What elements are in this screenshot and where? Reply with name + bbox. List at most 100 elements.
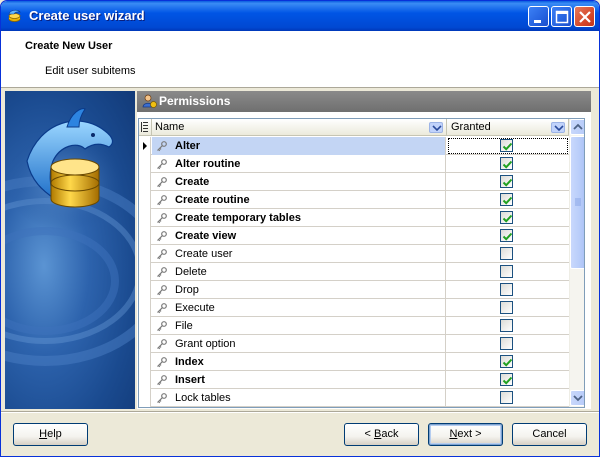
row-indicator[interactable]	[139, 389, 151, 407]
checkmark-icon	[502, 160, 513, 169]
granted-checkbox[interactable]	[500, 265, 513, 278]
checkmark-icon	[502, 178, 513, 187]
granted-checkbox[interactable]	[500, 337, 513, 350]
permission-row[interactable]: Create	[139, 173, 569, 191]
permission-name: Create view	[175, 230, 237, 242]
permission-name: Alter	[175, 140, 201, 152]
granted-checkbox[interactable]	[500, 301, 513, 314]
granted-checkbox[interactable]	[500, 175, 513, 188]
row-indicator[interactable]	[139, 209, 151, 227]
granted-cell[interactable]	[447, 263, 569, 281]
permission-row[interactable]: Drop	[139, 281, 569, 299]
key-icon	[157, 393, 167, 404]
granted-checkbox[interactable]	[500, 229, 513, 242]
vertical-scrollbar[interactable]	[569, 119, 584, 407]
button-bar-divider	[1, 411, 599, 413]
column-header-name-label: Name	[155, 121, 185, 133]
granted-checkbox[interactable]	[500, 211, 513, 224]
permission-row[interactable]: Alter	[139, 137, 569, 155]
key-icon	[157, 231, 167, 242]
permission-row[interactable]: Create view	[139, 227, 569, 245]
permissions-panel: Permissions Name Granted Alter Alter rout…	[137, 91, 591, 409]
cancel-button[interactable]: Cancel	[512, 423, 587, 446]
row-indicator[interactable]	[139, 317, 151, 335]
permission-row[interactable]: Alter routine	[139, 155, 569, 173]
granted-checkbox[interactable]	[500, 283, 513, 296]
maximize-button[interactable]	[551, 6, 572, 27]
permission-name: Alter routine	[175, 158, 241, 170]
back-button[interactable]: < Back	[344, 423, 419, 446]
scroll-down-button[interactable]	[570, 390, 584, 406]
granted-checkbox[interactable]	[500, 355, 513, 368]
checkmark-icon	[502, 196, 513, 205]
row-indicator[interactable]	[139, 155, 151, 173]
permission-row[interactable]: Insert	[139, 371, 569, 389]
row-indicator[interactable]	[139, 299, 151, 317]
columns-icon	[141, 122, 148, 132]
granted-cell[interactable]	[447, 155, 569, 173]
row-indicator[interactable]	[139, 263, 151, 281]
minimize-button[interactable]	[528, 6, 549, 27]
chevron-down-icon	[554, 125, 564, 132]
close-button[interactable]	[574, 6, 595, 27]
granted-cell[interactable]	[447, 281, 569, 299]
current-row-arrow-icon	[143, 142, 147, 150]
granted-cell[interactable]	[447, 137, 569, 155]
permission-name-cell[interactable]	[152, 317, 446, 335]
scroll-down-icon	[573, 395, 583, 402]
permission-row[interactable]: Create user	[139, 245, 569, 263]
row-indicator[interactable]	[139, 227, 151, 245]
granted-checkbox[interactable]	[500, 157, 513, 170]
permission-row[interactable]: Execute	[139, 299, 569, 317]
permission-row[interactable]: Delete	[139, 263, 569, 281]
granted-cell[interactable]	[447, 317, 569, 335]
row-indicator[interactable]	[139, 335, 151, 353]
permission-name: File	[175, 320, 193, 332]
column-chooser-button[interactable]	[139, 119, 152, 136]
granted-cell[interactable]	[447, 245, 569, 263]
title-bar[interactable]: Create user wizard	[1, 1, 599, 31]
scroll-up-button[interactable]	[570, 119, 584, 135]
permission-row[interactable]: Grant option	[139, 335, 569, 353]
row-indicator[interactable]	[139, 173, 151, 191]
permissions-grid[interactable]: Name Granted Alter Alter routine Create Cre…	[138, 118, 585, 408]
close-icon	[579, 11, 591, 23]
granted-cell[interactable]	[447, 335, 569, 353]
granted-filter-dropdown[interactable]	[551, 122, 565, 133]
granted-cell[interactable]	[447, 353, 569, 371]
scroll-thumb[interactable]	[570, 136, 584, 269]
granted-cell[interactable]	[447, 371, 569, 389]
row-indicator[interactable]	[139, 245, 151, 263]
next-button[interactable]: Next >	[428, 423, 503, 446]
key-icon	[157, 141, 167, 152]
row-indicator[interactable]	[139, 191, 151, 209]
row-indicator[interactable]	[139, 353, 151, 371]
granted-cell[interactable]	[447, 209, 569, 227]
granted-checkbox[interactable]	[500, 319, 513, 332]
granted-checkbox[interactable]	[500, 373, 513, 386]
name-filter-dropdown[interactable]	[429, 122, 443, 133]
row-indicator[interactable]	[139, 281, 151, 299]
permission-row[interactable]: Create routine	[139, 191, 569, 209]
granted-cell[interactable]	[447, 191, 569, 209]
permissions-header: Permissions	[137, 91, 591, 112]
checkmark-icon	[502, 232, 513, 241]
row-indicator[interactable]	[139, 137, 151, 155]
granted-cell[interactable]	[447, 389, 569, 407]
column-header-name[interactable]: Name	[152, 119, 447, 136]
granted-checkbox[interactable]	[500, 139, 513, 152]
permission-row[interactable]: File	[139, 317, 569, 335]
column-header-granted[interactable]: Granted	[447, 119, 569, 136]
permission-row[interactable]: Create temporary tables	[139, 209, 569, 227]
permissions-title: Permissions	[159, 94, 231, 108]
granted-checkbox[interactable]	[500, 391, 513, 404]
row-indicator[interactable]	[139, 371, 151, 389]
granted-checkbox[interactable]	[500, 247, 513, 260]
help-button[interactable]: Help	[13, 423, 88, 446]
permission-row[interactable]: Index	[139, 353, 569, 371]
permission-row[interactable]: Lock tables	[139, 389, 569, 407]
granted-cell[interactable]	[447, 173, 569, 191]
granted-checkbox[interactable]	[500, 193, 513, 206]
granted-cell[interactable]	[447, 299, 569, 317]
granted-cell[interactable]	[447, 227, 569, 245]
